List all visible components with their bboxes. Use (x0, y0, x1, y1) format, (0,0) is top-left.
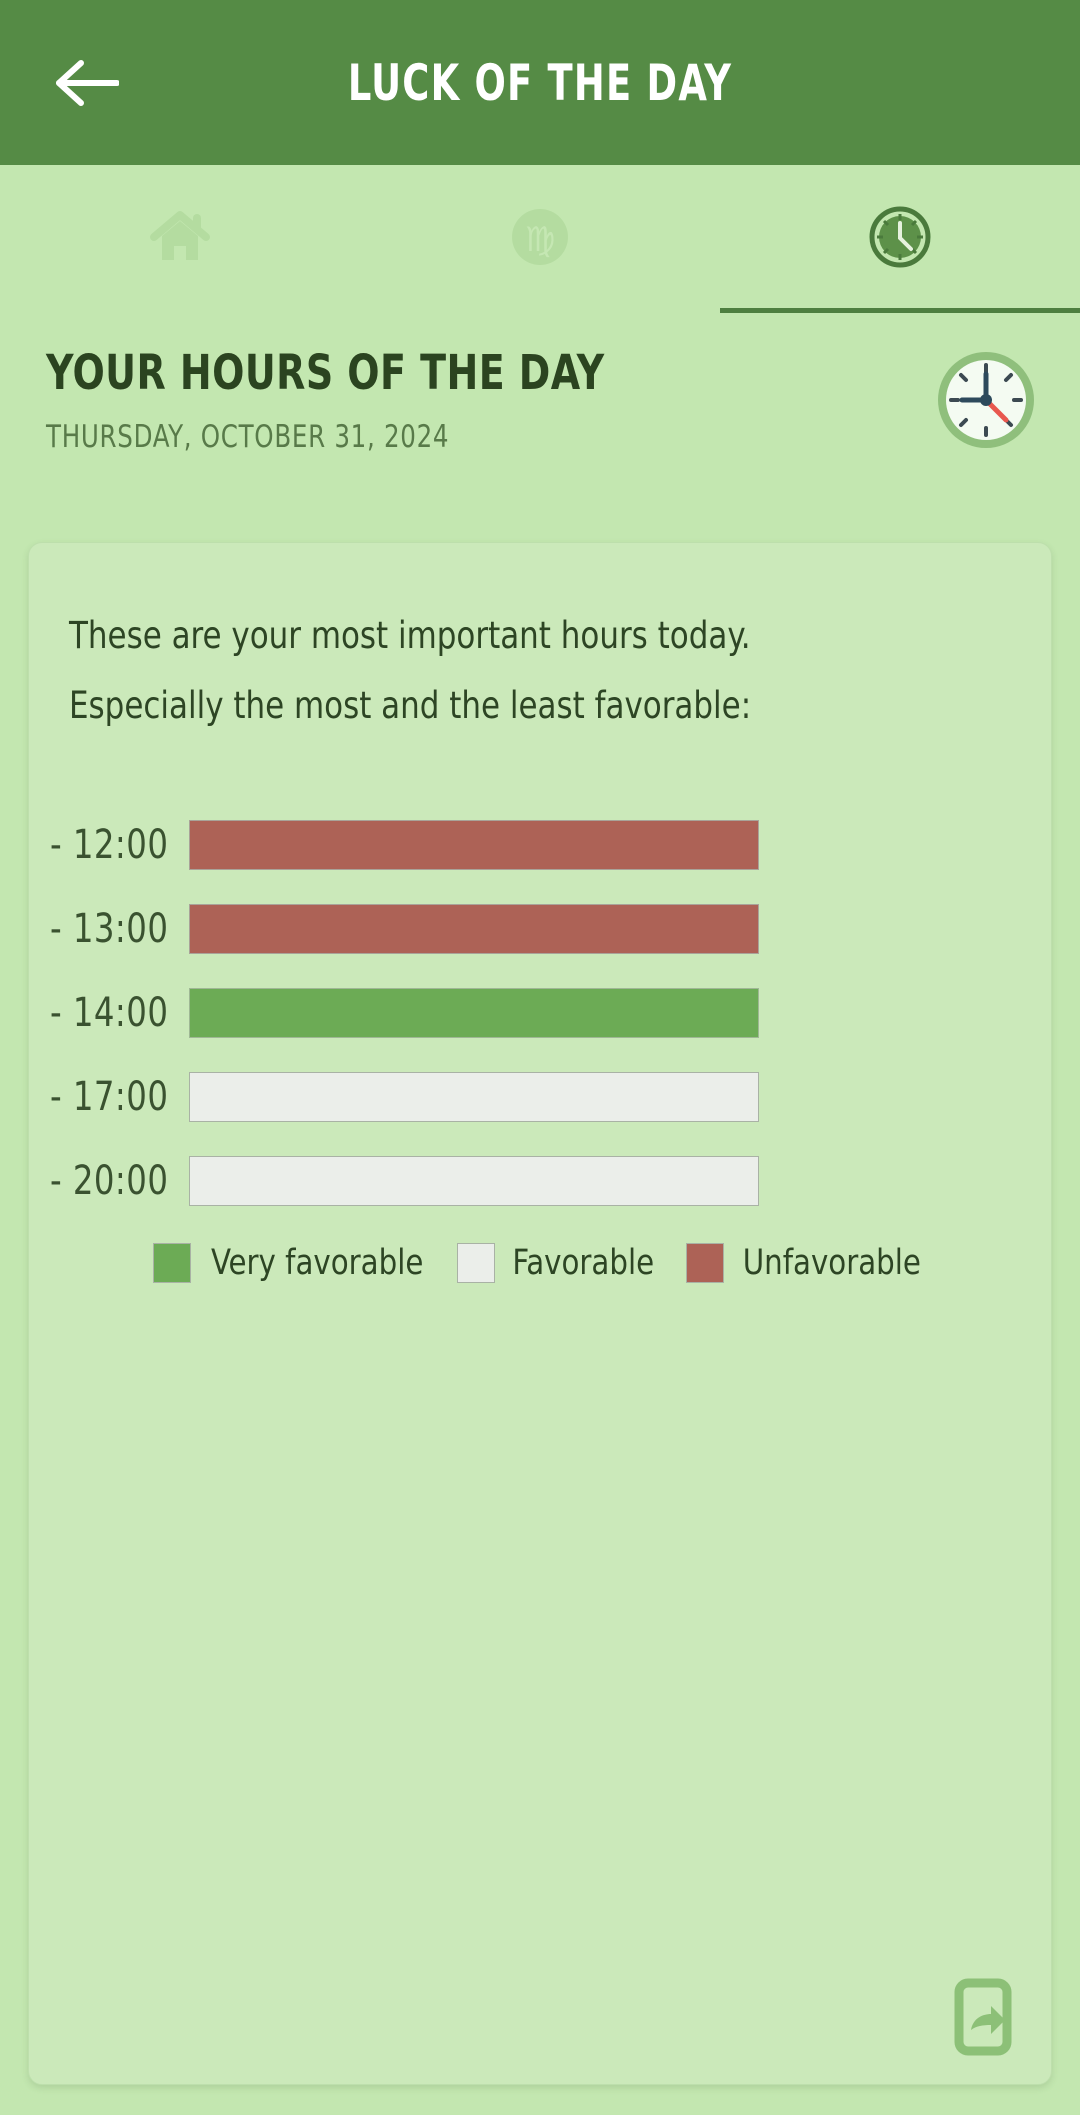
legend-item-favorable: Favorable (457, 1243, 659, 1283)
app-header-bar: LUCK OF THE DAY (0, 0, 1080, 165)
tab-zodiac-virgo[interactable]: ♍ (360, 165, 720, 313)
legend-label: Very favorable (210, 1243, 424, 1283)
hour-bar-unfavorable (189, 904, 759, 954)
hour-bar-very-favorable (189, 988, 759, 1038)
table-row: - 20:00 (29, 1139, 1051, 1223)
share-to-phone-icon (947, 1978, 1019, 2060)
hour-label: - 20:00 (49, 1158, 169, 1204)
hours-bar-chart: - 12:00 - 13:00 - 14:00 - 17:00 - 20:00 (29, 803, 1051, 1223)
app-screen: LUCK OF THE DAY ♍ YOUR HOURS OF THE DAY … (0, 0, 1080, 2115)
page-heading-block: YOUR HOURS OF THE DAY THURSDAY, OCTOBER … (46, 345, 1050, 455)
tab-hours[interactable] (720, 165, 1080, 313)
card-intro-text: These are your most important hours toda… (69, 601, 954, 741)
legend-swatch-white (457, 1243, 496, 1283)
hour-label: - 17:00 (49, 1074, 169, 1120)
card-intro-line-2: Especially the most and the least favora… (69, 684, 752, 727)
tab-bar: ♍ (0, 165, 1080, 313)
table-row: - 14:00 (29, 971, 1051, 1055)
legend-item-unfavorable: Unfavorable (685, 1243, 928, 1283)
hours-card: These are your most important hours toda… (28, 542, 1052, 2085)
share-button[interactable] (947, 1978, 1019, 2056)
home-icon (149, 208, 211, 271)
page-date: THURSDAY, OCTOBER 31, 2024 (46, 419, 450, 455)
legend-label: Unfavorable (742, 1243, 921, 1283)
hour-label: - 13:00 (49, 906, 169, 952)
table-row: - 17:00 (29, 1055, 1051, 1139)
clock-icon (868, 205, 932, 274)
app-title: LUCK OF THE DAY (347, 53, 733, 112)
legend-swatch-green (152, 1243, 191, 1283)
tab-home[interactable] (0, 165, 360, 313)
alarm-clock-icon (934, 348, 1038, 452)
page-title: YOUR HOURS OF THE DAY (46, 345, 605, 401)
hour-bar-favorable (189, 1072, 759, 1122)
table-row: - 12:00 (29, 803, 1051, 887)
hour-bar-favorable (189, 1156, 759, 1206)
virgo-zodiac-icon: ♍ (509, 206, 571, 273)
chart-legend: Very favorable Favorable Unfavorable (29, 1243, 1051, 1283)
card-intro-line-1: These are your most important hours toda… (69, 614, 751, 657)
legend-swatch-red (685, 1243, 724, 1283)
legend-item-very-favorable: Very favorable (152, 1243, 431, 1283)
legend-label: Favorable (512, 1243, 655, 1283)
hour-label: - 14:00 (49, 990, 169, 1036)
hour-bar-unfavorable (189, 820, 759, 870)
table-row: - 13:00 (29, 887, 1051, 971)
hour-label: - 12:00 (49, 822, 169, 868)
svg-text:♍: ♍ (525, 220, 555, 260)
